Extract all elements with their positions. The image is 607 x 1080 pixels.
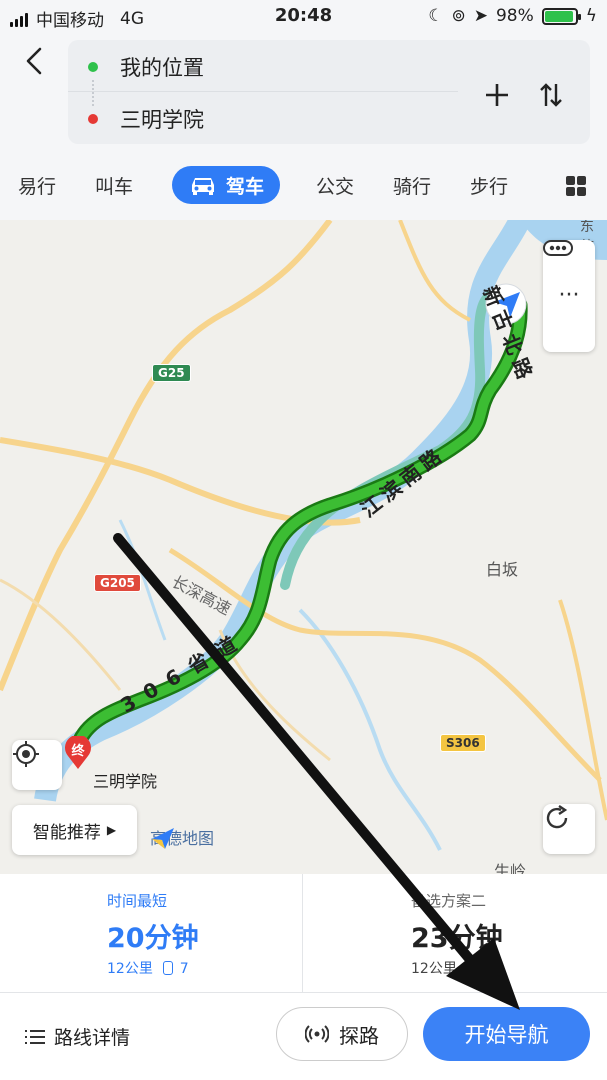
amap-logo-icon [152,828,174,849]
explore-label: 探路 [339,1023,379,1048]
car-icon [191,178,214,195]
transport-tabs: 易行 叫车 驾车 公交 骑行 步行 [0,158,607,220]
tab-bus[interactable]: 公交 [316,172,354,199]
place-baiban: 白坂 [486,560,519,579]
map-view[interactable]: 新古北路 江滨南路 306省道 长深高速 G25 G205 S306 白坂 生岭… [0,220,607,874]
route-details-label: 路线详情 [54,1027,131,1049]
charging-icon: ϟ [585,6,597,26]
refresh-icon [546,805,568,829]
plan-1-distance: 12公里 [107,961,153,977]
tab-drive[interactable]: 驾车 [172,166,280,204]
amap-logo: 高德地图 [150,825,214,849]
plan-card-alt[interactable]: 备选方案二 23分钟 12公里 [304,874,607,992]
start-label: 我的位置 [120,55,204,80]
locate-icon [13,741,39,767]
plan-2-meta: 12公里 [411,958,457,978]
route-header: 我的位置 三明学院 [0,34,607,158]
refresh-button[interactable] [543,804,595,854]
end-dot-icon [88,114,98,124]
plan-1-meta: 12公里 7 [107,958,189,978]
end-label: 三明学院 [120,108,204,132]
tab-bike[interactable]: 骑行 [393,172,431,199]
status-bar: 中国移动 4G 20:48 ☾ ⊚ ➤ 98% ϟ [0,0,607,34]
plan-1-title: 时间最短 [107,892,168,910]
map-tools-panel: ··· [543,240,595,352]
moon-icon: ☾ [428,6,444,26]
plan-1-lights: 7 [179,961,189,977]
place-shengling: 生岭 [494,862,527,874]
traffic-light-icon [163,961,174,975]
triangle-right-icon: ▶ [106,823,117,837]
destination-label: 三明学院 [93,772,158,791]
rotation-lock-icon: ⊚ [451,6,466,26]
plan-2-title: 备选方案二 [411,892,487,910]
battery-percent: 98% [495,6,534,26]
end-field[interactable]: 三明学院 [68,94,458,144]
plan-card-fastest[interactable]: 时间最短 20分钟 12公里 7 [0,874,303,992]
start-navigation-button[interactable]: 开始导航 [423,1007,590,1061]
route-plans-panel: 时间最短 20分钟 12公里 7 备选方案二 23分钟 12公里 路线详情 探路 [0,874,607,1080]
start-dot-icon [88,61,98,72]
bottom-action-bar: 路线详情 探路 开始导航 [0,992,607,1080]
tab-jiaoche[interactable]: 叫车 [95,172,133,199]
broadcast-icon [305,1025,329,1043]
tab-yixing[interactable]: 易行 [18,172,56,199]
location-arrow-icon: ➤ [473,6,488,26]
s306-shield: S306 [440,734,486,752]
tab-walk[interactable]: 步行 [470,172,508,199]
list-icon [25,1029,45,1044]
route-input-box: 我的位置 三明学院 [68,40,590,144]
swap-icon[interactable] [534,78,568,112]
route-details-button[interactable]: 路线详情 [24,1023,130,1050]
g205-shield: G205 [94,574,141,592]
smart-recommend-label: 智能推荐 [32,822,101,843]
tab-drive-label: 驾车 [225,175,264,198]
start-field[interactable]: 我的位置 [68,42,458,92]
plan-2-distance: 12公里 [411,961,457,977]
explore-button[interactable]: 探路 [276,1007,408,1061]
smart-recommend-button[interactable]: 智能推荐 ▶ [12,805,137,855]
plan-1-time: 20分钟 [107,923,199,954]
g25-shield: G25 [152,364,191,382]
back-icon[interactable] [20,46,50,76]
locate-button[interactable] [12,740,62,790]
grid-menu-icon[interactable] [566,176,586,196]
more-icon[interactable]: ··· [559,285,580,307]
end-marker-icon: 终 [64,736,92,770]
plan-2-time: 23分钟 [411,923,503,954]
traffic-icon[interactable] [543,240,573,256]
add-waypoint-icon[interactable] [480,78,514,112]
end-marker-label: 终 [71,744,85,759]
battery-icon [541,7,581,25]
